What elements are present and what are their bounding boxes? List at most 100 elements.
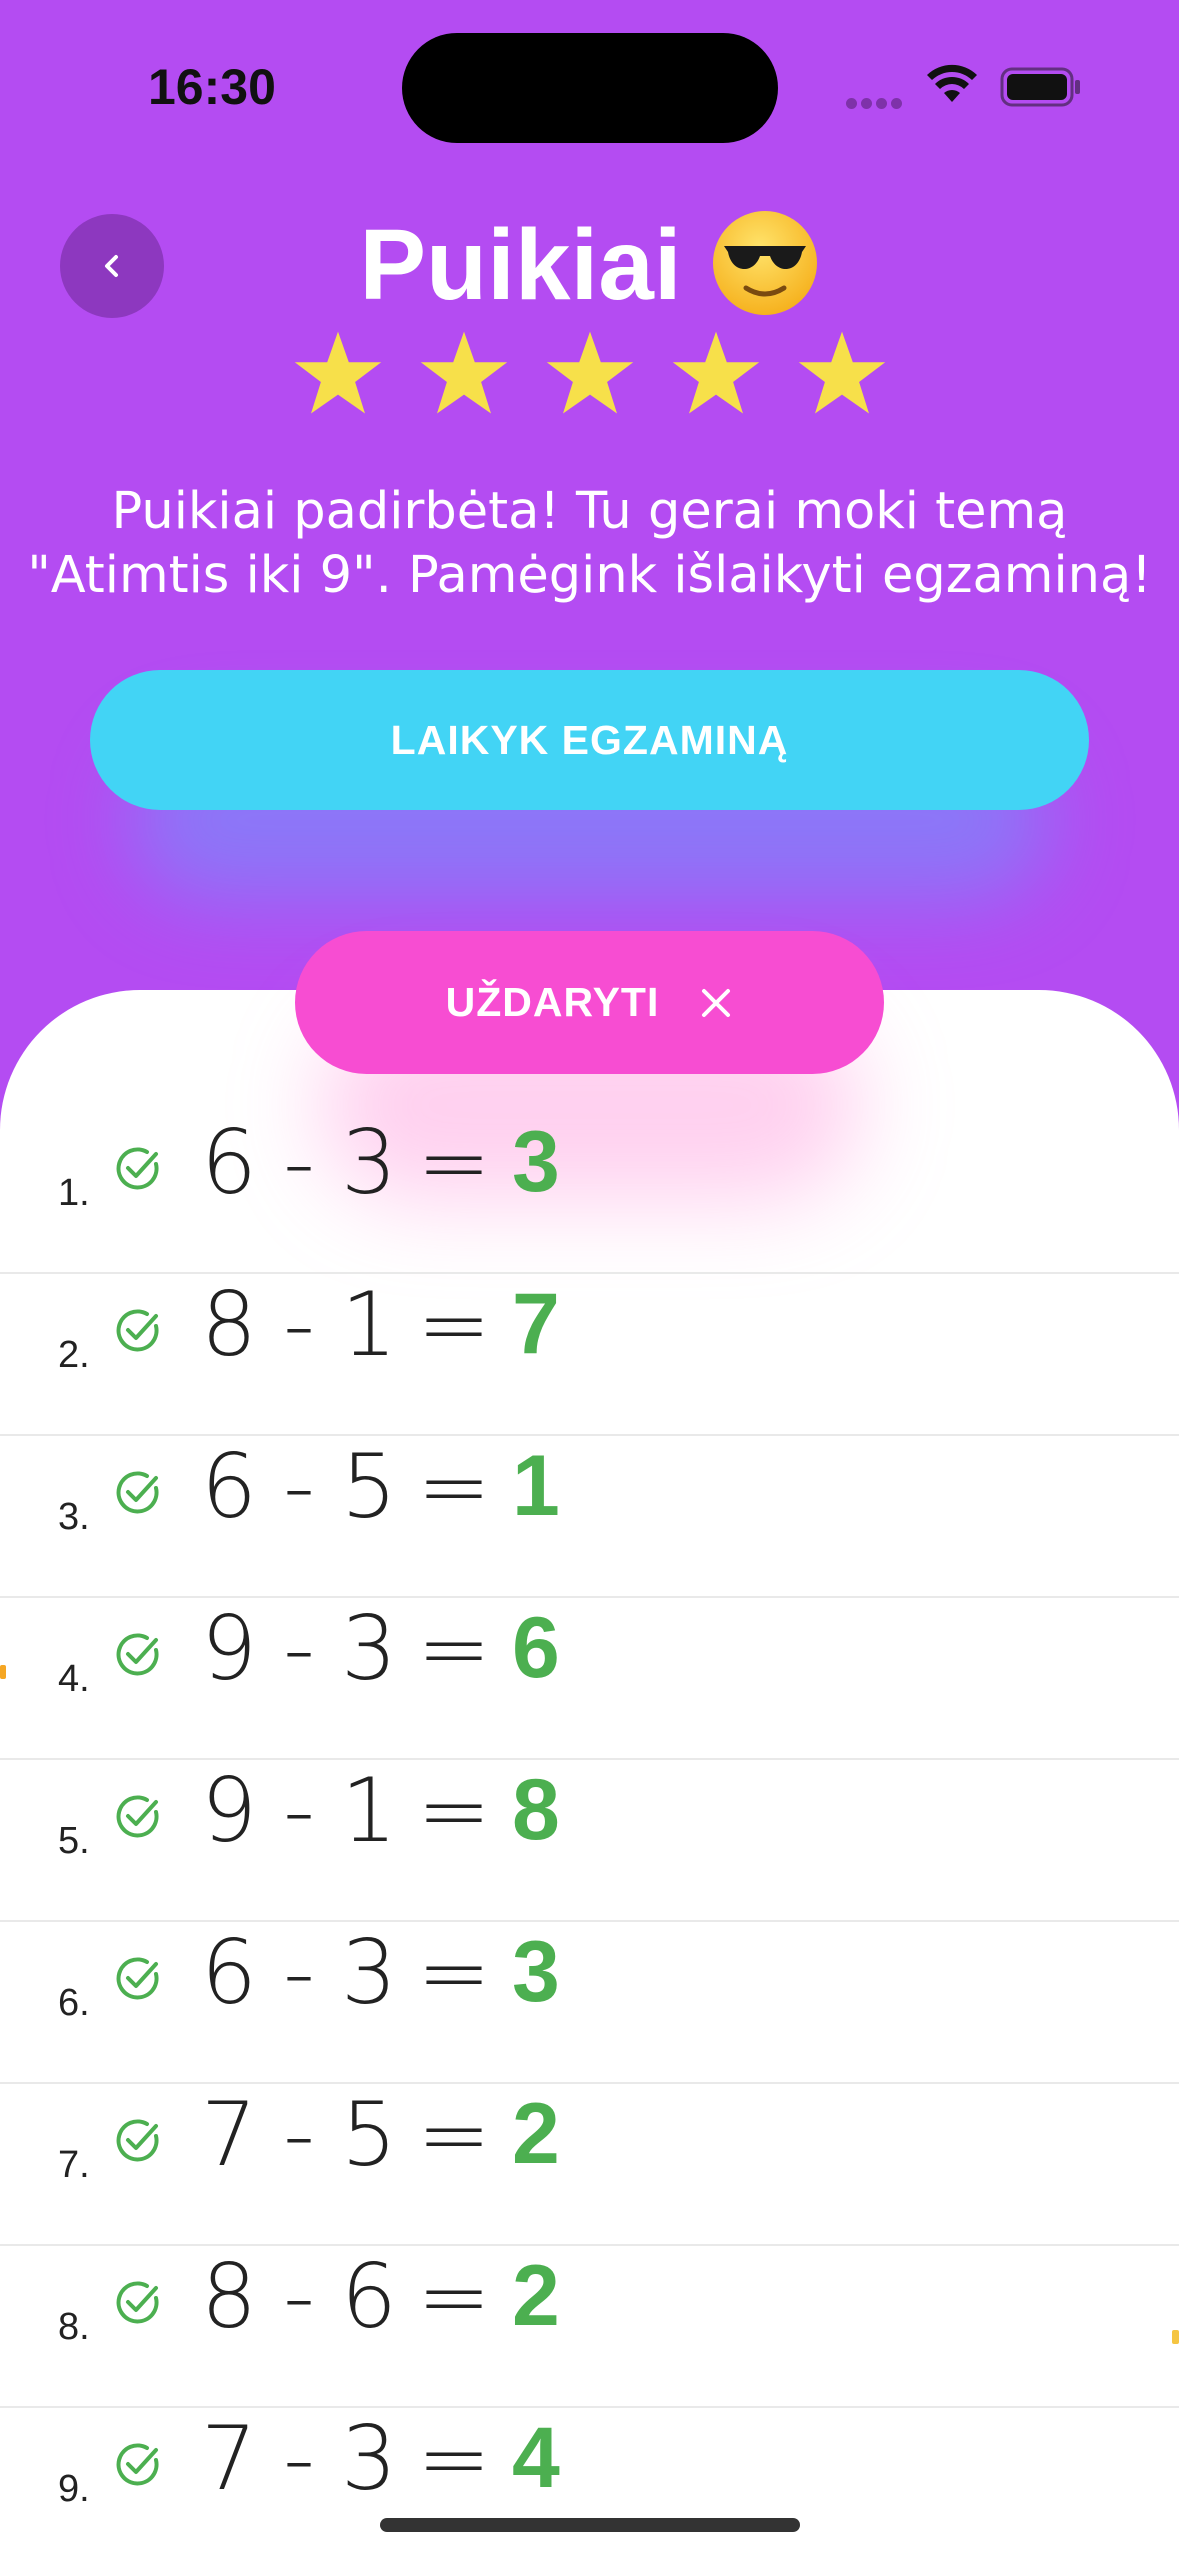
operand-b: 1 — [341, 1758, 397, 1862]
answer: 1 — [512, 1437, 560, 1534]
item-number: 8. — [58, 2306, 90, 2348]
equals-sign: = — [417, 1272, 491, 1376]
star-icon — [420, 331, 507, 414]
wifi-icon — [926, 64, 978, 109]
operand-a: 7 — [201, 2082, 257, 2186]
item-number: 2. — [58, 1334, 90, 1376]
close-button[interactable]: UŽDARYTI — [295, 931, 884, 1074]
equals-sign: = — [417, 1434, 491, 1538]
operand-a: 6 — [201, 1110, 257, 1214]
operator: - — [283, 2082, 315, 2186]
take-exam-button[interactable]: LAIKYK EGZAMINĄ — [90, 670, 1089, 810]
status-time: 16:30 — [148, 59, 276, 115]
operator: - — [283, 1920, 315, 2024]
answer: 8 — [512, 1761, 560, 1858]
list-item: 5. 9 - 1 = 8 — [0, 1758, 1179, 1922]
equation: 6 - 3 = 3 — [194, 1110, 560, 1214]
star-icon — [294, 331, 381, 414]
equals-sign: = — [417, 2244, 491, 2348]
close-icon — [702, 988, 731, 1017]
operand-a: 6 — [201, 1434, 257, 1538]
check-circle-icon — [116, 2119, 159, 2162]
answer: 6 — [512, 1599, 560, 1696]
rating-stars — [0, 328, 1179, 424]
close-button-label: UŽDARYTI — [445, 979, 660, 1025]
item-number: 4. — [58, 1658, 90, 1700]
check-circle-icon — [116, 2281, 159, 2324]
equals-sign: = — [417, 1758, 491, 1862]
sunglasses-emoji-icon — [710, 208, 820, 323]
check-circle-icon — [116, 1471, 159, 1514]
list-item: 2. 8 - 1 = 7 — [0, 1272, 1179, 1436]
check-circle-icon — [116, 1633, 159, 1676]
answer: 2 — [512, 2085, 560, 2182]
item-number: 9. — [58, 2468, 90, 2510]
battery-icon — [1000, 67, 1082, 112]
check-circle-icon — [116, 1795, 159, 1838]
operand-a: 9 — [201, 1596, 257, 1700]
results-list: 1. 6 - 3 = 3 2. 8 - 1 = 7 3. 6 - 5 = 1 4… — [0, 1110, 1179, 2556]
result-message: Puikiai padirbėta! Tu gerai moki temą "A… — [27, 482, 1152, 605]
operator: - — [283, 1272, 315, 1376]
item-number: 5. — [58, 1820, 90, 1862]
equation: 7 - 3 = 4 — [194, 2406, 560, 2510]
cellular-signal-icon — [846, 96, 906, 114]
operator: - — [283, 1758, 315, 1862]
edge-decoration — [0, 1665, 6, 1679]
operand-b: 3 — [341, 1920, 397, 2024]
operand-b: 5 — [341, 1434, 397, 1538]
operator: - — [283, 1110, 315, 1214]
operand-b: 3 — [341, 2406, 397, 2510]
operand-b: 3 — [341, 1110, 397, 1214]
dynamic-island — [402, 33, 778, 143]
equals-sign: = — [417, 1596, 491, 1700]
operand-a: 9 — [201, 1758, 257, 1862]
operand-a: 8 — [201, 1272, 257, 1376]
item-number: 3. — [58, 1496, 90, 1538]
list-item: 4. 9 - 3 = 6 — [0, 1596, 1179, 1760]
equation: 8 - 1 = 7 — [194, 1272, 560, 1376]
star-icon — [798, 331, 885, 414]
operator: - — [283, 2406, 315, 2510]
list-item: 8. 8 - 6 = 2 — [0, 2244, 1179, 2408]
operator: - — [283, 1596, 315, 1700]
equation: 9 - 3 = 6 — [194, 1596, 560, 1700]
list-item: 6. 6 - 3 = 3 — [0, 1920, 1179, 2084]
operand-b: 3 — [341, 1596, 397, 1700]
answer: 7 — [512, 1275, 560, 1372]
item-number: 7. — [58, 2144, 90, 2186]
item-number: 1. — [58, 1172, 90, 1214]
operand-b: 5 — [341, 2082, 397, 2186]
answer: 4 — [512, 2409, 560, 2506]
answer: 3 — [512, 1113, 560, 1210]
check-circle-icon — [116, 1309, 159, 1352]
check-circle-icon — [116, 1957, 159, 2000]
list-item: 3. 6 - 5 = 1 — [0, 1434, 1179, 1598]
equation: 7 - 5 = 2 — [194, 2082, 560, 2186]
check-circle-icon — [116, 1147, 159, 1190]
equation: 9 - 1 = 8 — [194, 1758, 560, 1862]
equals-sign: = — [417, 1110, 491, 1214]
status-bar: 16:30 — [0, 0, 1179, 160]
check-circle-icon — [116, 2443, 159, 2486]
equals-sign: = — [417, 2082, 491, 2186]
answer: 2 — [512, 2247, 560, 2344]
page-title: Puikiai — [359, 208, 682, 321]
operand-a: 8 — [201, 2244, 257, 2348]
operand-a: 7 — [201, 2406, 257, 2510]
list-item: 7. 7 - 5 = 2 — [0, 2082, 1179, 2246]
list-item: 1. 6 - 3 = 3 — [0, 1110, 1179, 1274]
operand-a: 6 — [201, 1920, 257, 2024]
operator: - — [283, 1434, 315, 1538]
equals-sign: = — [417, 1920, 491, 2024]
equals-sign: = — [417, 2406, 491, 2510]
operator: - — [283, 2244, 315, 2348]
home-indicator[interactable] — [380, 2518, 800, 2532]
equation: 6 - 5 = 1 — [194, 1434, 560, 1538]
result-title: Puikiai — [0, 200, 1179, 330]
equation: 6 - 3 = 3 — [194, 1920, 560, 2024]
answer: 3 — [512, 1923, 560, 2020]
star-icon — [672, 331, 759, 414]
operand-b: 6 — [341, 2244, 397, 2348]
equation: 8 - 6 = 2 — [194, 2244, 560, 2348]
